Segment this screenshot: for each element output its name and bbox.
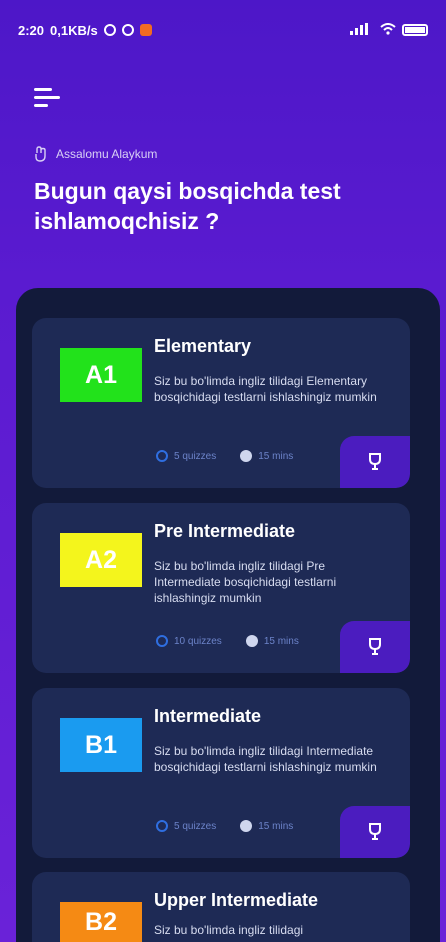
level-title: Upper Intermediate — [154, 890, 319, 910]
signal-icon — [348, 22, 374, 38]
greeting: Assalomu Alaykum — [34, 146, 157, 162]
level-meta: 5 quizzes 15 mins — [156, 450, 293, 462]
level-card-a1[interactable]: A1 Elementary Siz bu bo'limda ingliz til… — [32, 318, 410, 488]
level-title: Elementary — [154, 336, 252, 356]
level-meta: 5 quizzes 15 mins — [156, 820, 293, 832]
trophy-button[interactable] — [340, 436, 410, 488]
level-badge: A1 — [60, 348, 142, 402]
notification-icon — [121, 24, 134, 36]
question-icon — [156, 450, 168, 462]
notification-icon — [103, 24, 116, 36]
battery-icon — [402, 24, 428, 36]
question-icon — [156, 635, 168, 647]
duration: 15 mins — [263, 635, 299, 647]
page-title: Bugun qaysi bosqichda test ishlamoqchisi… — [34, 178, 341, 234]
level-badge: A2 — [60, 533, 142, 587]
clock-icon — [240, 820, 253, 832]
clock-icon — [245, 635, 258, 647]
menu-icon[interactable] — [34, 88, 64, 112]
wifi-icon — [380, 22, 396, 38]
trophy-icon — [369, 453, 381, 470]
clock-icon — [240, 450, 253, 462]
level-description: Siz bu bo'limda ingliz tilidagi Intermed… — [154, 744, 377, 774]
trophy-icon — [369, 823, 381, 840]
trophy-button[interactable] — [340, 621, 410, 673]
level-badge: B2 — [60, 902, 142, 942]
greeting-text: Assalomu Alaykum — [56, 147, 158, 161]
quiz-count: 5 quizzes — [174, 450, 217, 462]
status-bar: 2:20 0,1KB/s — [0, 0, 446, 60]
trophy-button[interactable] — [340, 806, 410, 858]
level-description: Siz bu bo'limda ingliz tilidagi Pre Inte… — [154, 559, 337, 605]
duration: 15 mins — [258, 820, 294, 832]
level-card-b2[interactable]: B2 Upper Intermediate Siz bu bo'limda in… — [32, 872, 410, 942]
question-icon — [156, 820, 168, 832]
trophy-icon — [369, 638, 381, 655]
level-description: Siz bu bo'limda ingliz tilidagi Elementa… — [154, 374, 377, 404]
level-meta: 10 quizzes 15 mins — [156, 635, 299, 647]
level-badge: B1 — [60, 718, 142, 772]
level-title: Intermediate — [154, 706, 262, 726]
quiz-count: 10 quizzes — [174, 635, 222, 647]
level-description: Siz bu bo'limda ingliz tilidagi — [154, 923, 304, 937]
quiz-count: 5 quizzes — [174, 820, 217, 832]
level-title: Pre Intermediate — [154, 521, 296, 541]
level-card-a2[interactable]: A2 Pre Intermediate Siz bu bo'limda ingl… — [32, 503, 410, 673]
level-card-b1[interactable]: B1 Intermediate Siz bu bo'limda ingliz t… — [32, 688, 410, 858]
status-time: 2:20 — [18, 22, 45, 38]
app-notification-icon — [139, 24, 152, 36]
hand-wave-icon — [34, 146, 48, 162]
duration: 15 mins — [258, 450, 294, 462]
status-speed: 0,1KB/s — [50, 22, 98, 38]
